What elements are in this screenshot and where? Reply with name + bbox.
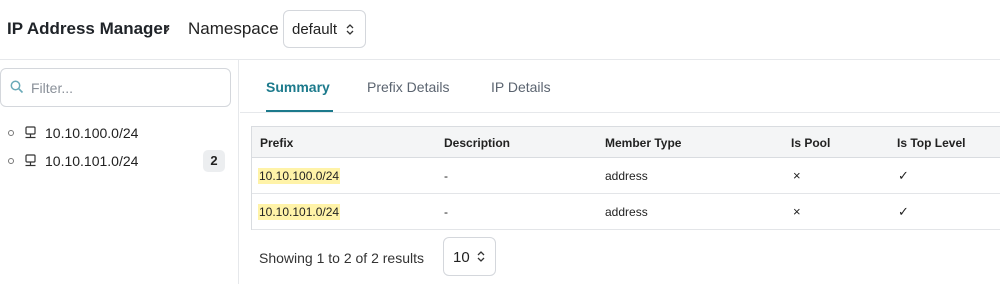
chevron-up-down-icon bbox=[477, 250, 485, 263]
column-header-is-pool[interactable]: Is Pool bbox=[791, 136, 830, 150]
cross-icon: × bbox=[793, 168, 801, 183]
tree-item-label: 10.10.100.0/24 bbox=[45, 125, 139, 141]
member-type-cell: address bbox=[605, 169, 648, 183]
namespace-select-value: default bbox=[292, 21, 338, 38]
chevron-right-icon: › bbox=[164, 18, 170, 38]
network-icon bbox=[24, 126, 37, 144]
prefix-cell[interactable]: 10.10.100.0/24 bbox=[258, 168, 341, 184]
column-header-member-type[interactable]: Member Type bbox=[605, 136, 681, 150]
table-header: Prefix Description Member Type Is Pool I… bbox=[252, 127, 1000, 158]
check-icon: ✓ bbox=[898, 168, 909, 183]
column-header-prefix[interactable]: Prefix bbox=[260, 136, 293, 150]
tab-bar: Summary Prefix Details IP Details bbox=[240, 60, 1000, 113]
filter-input[interactable] bbox=[31, 77, 221, 99]
namespace-select[interactable]: default bbox=[283, 10, 366, 48]
prefix-cell[interactable]: 10.10.101.0/24 bbox=[258, 204, 341, 220]
filter-field[interactable] bbox=[0, 68, 231, 107]
active-tab-indicator bbox=[266, 110, 333, 112]
prefix-table: Prefix Description Member Type Is Pool I… bbox=[251, 126, 1000, 230]
prefix-link[interactable]: 10.10.100.0/24 bbox=[258, 168, 341, 184]
column-header-description[interactable]: Description bbox=[444, 136, 510, 150]
prefix-link[interactable]: 10.10.101.0/24 bbox=[258, 204, 341, 220]
search-icon bbox=[10, 80, 24, 99]
description-cell: - bbox=[444, 205, 448, 219]
column-header-is-top-level[interactable]: Is Top Level bbox=[897, 136, 965, 150]
namespace-label: Namespace bbox=[188, 19, 279, 38]
network-icon bbox=[24, 154, 37, 172]
description-cell: - bbox=[444, 169, 448, 183]
page-size-value: 10 bbox=[453, 249, 470, 266]
app-title: IP Address Manager bbox=[7, 19, 170, 38]
table-row[interactable]: 10.10.101.0/24 - address × ✓ bbox=[252, 194, 1000, 230]
header: IP Address Manager › Namespace default bbox=[0, 0, 1000, 60]
tree-bullet-icon bbox=[8, 158, 14, 164]
member-type-cell: address bbox=[605, 205, 648, 219]
check-icon: ✓ bbox=[898, 204, 909, 219]
tree-item-prefix[interactable]: 10.10.100.0/24 bbox=[0, 121, 231, 147]
tree-bullet-icon bbox=[8, 130, 14, 136]
chevron-up-down-icon bbox=[346, 23, 354, 36]
results-summary: Showing 1 to 2 of 2 results bbox=[259, 250, 424, 266]
tree-item-label: 10.10.101.0/24 bbox=[45, 153, 139, 169]
page-size-select[interactable]: 10 bbox=[443, 237, 496, 276]
count-badge: 2 bbox=[203, 150, 225, 172]
tab-prefix-details[interactable]: Prefix Details bbox=[367, 79, 449, 95]
tree-item-prefix[interactable]: 10.10.101.0/24 2 bbox=[0, 149, 231, 175]
tab-summary[interactable]: Summary bbox=[266, 79, 330, 95]
table-row[interactable]: 10.10.100.0/24 - address × ✓ bbox=[252, 158, 1000, 194]
tab-ip-details[interactable]: IP Details bbox=[491, 79, 551, 95]
sidebar: 10.10.100.0/24 10.10.101.0/24 2 bbox=[0, 60, 239, 284]
cross-icon: × bbox=[793, 204, 801, 219]
